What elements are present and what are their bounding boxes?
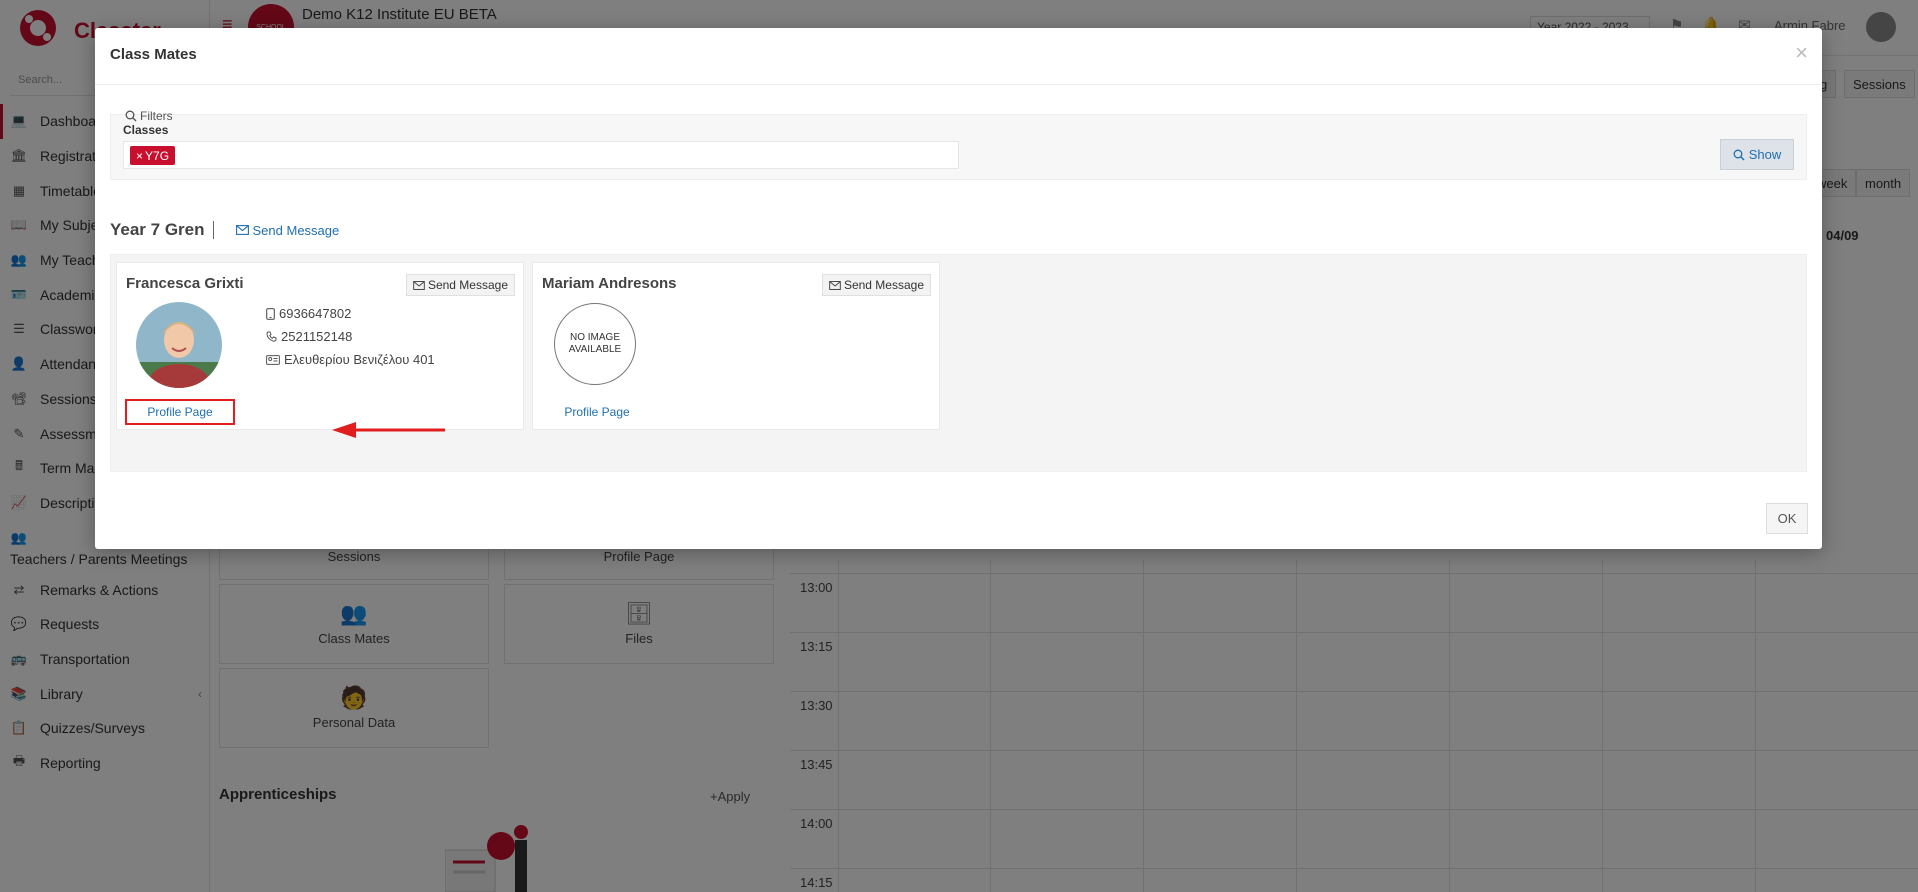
classes-tag-input[interactable]: × Y7G <box>123 141 959 169</box>
remove-tag-icon[interactable]: × <box>136 149 143 163</box>
show-button[interactable]: Show <box>1720 139 1794 170</box>
class-title: Year 7 Gren <box>110 220 205 239</box>
class-mate-card: Francesca Grixti Send Message 6936647802… <box>116 262 524 430</box>
class-mates-list: Francesca Grixti Send Message 6936647802… <box>110 254 1807 472</box>
no-image-placeholder: NO IMAGE AVAILABLE <box>554 303 636 385</box>
phone-info: 2521152148 <box>266 329 352 344</box>
class-tag: × Y7G <box>130 146 176 165</box>
class-mate-name: Francesca Grixti <box>126 275 244 292</box>
class-group-header: Year 7 Gren Send Message <box>110 220 339 240</box>
search-icon <box>1733 149 1745 160</box>
close-icon[interactable]: × <box>1795 42 1808 64</box>
student-photo <box>136 302 222 388</box>
send-message-button[interactable]: Send Message <box>821 274 931 296</box>
annotation-arrow <box>332 422 445 438</box>
class-mate-card: Mariam Andresons Send Message NO IMAGE A… <box>532 262 940 430</box>
phone-icon <box>266 331 277 342</box>
envelope-icon <box>829 280 841 290</box>
address-info: Ελευθερίου Βενιζέλου 401 <box>266 352 435 367</box>
mobile-info: 6936647802 <box>266 306 351 321</box>
filters-panel: Filters Classes × Y7G Show <box>110 109 1807 180</box>
envelope-icon <box>413 280 425 290</box>
ok-button[interactable]: OK <box>1766 503 1808 534</box>
envelope-icon <box>235 225 249 235</box>
class-send-message-link[interactable]: Send Message <box>235 223 339 238</box>
send-message-button[interactable]: Send Message <box>405 274 515 296</box>
class-mates-modal: Class Mates × Filters Classes × Y7G Show… <box>95 28 1822 549</box>
search-icon <box>125 110 137 122</box>
address-card-icon <box>266 354 280 365</box>
classes-label: Classes <box>123 123 169 137</box>
mobile-phone-icon <box>266 307 275 320</box>
profile-page-link[interactable]: Profile Page <box>125 399 235 425</box>
filters-legend: Filters <box>125 109 173 123</box>
class-mate-name: Mariam Andresons <box>542 275 677 292</box>
modal-title: Class Mates <box>110 46 197 63</box>
profile-page-link[interactable]: Profile Page <box>542 399 652 425</box>
